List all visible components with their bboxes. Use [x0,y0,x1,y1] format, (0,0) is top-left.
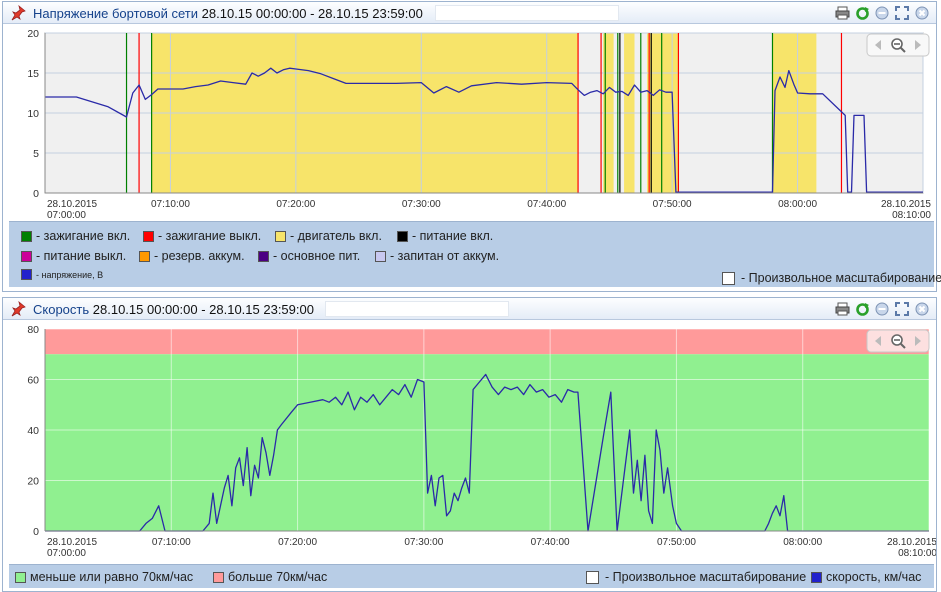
refresh-icon[interactable] [854,5,870,21]
voltage-chart[interactable]: 0510152028.10.201507:00:0007:10:00 07:20:… [3,25,936,221]
legend-item: больше 70км/час [213,570,327,584]
custom-scale-checkbox[interactable]: - Произвольное масштабирование [586,570,806,584]
x-tick-label: 07:20:00 [276,199,315,210]
legend-item: - двигатель вкл. [275,229,382,243]
voltage-panel-title: Напряжение бортовой сети 28.10.15 00:00:… [33,6,423,21]
x-tick-label: 28.10.2015 [47,199,97,210]
voltage-panel-header: Напряжение бортовой сети 28.10.15 00:00:… [3,2,936,24]
legend-item: - питание выкл. [21,249,126,263]
zoom-control[interactable] [866,33,930,57]
y-tick-label: 15 [27,68,39,80]
maximize-icon[interactable] [894,301,910,317]
x-tick-label: 07:10:00 [152,537,191,548]
title-field [325,301,509,317]
legend-item: - основное пит. [258,249,360,263]
x-tick-label: 07:20:00 [278,537,317,548]
pin-icon[interactable] [9,301,27,317]
legend-item: - зажигание вкл. [21,229,130,243]
voltage-legend: - зажигание вкл. - зажигание выкл. - дви… [9,221,941,287]
x-tick-label: 28.10.2015 [887,537,936,548]
y-tick-label: 60 [27,375,39,387]
close-icon[interactable] [914,301,930,317]
close-icon[interactable] [914,5,930,21]
speed-legend: меньше или равно 70км/час больше 70км/ча… [9,564,934,588]
y-tick-label: 0 [33,188,39,200]
print-icon[interactable] [834,5,850,21]
minimize-icon[interactable] [874,5,890,21]
voltage-panel: Напряжение бортовой сети 28.10.15 00:00:… [2,1,941,292]
x-tick-label: 07:30:00 [404,537,443,548]
x-tick-label: 08:00:00 [783,537,822,548]
x-tick-label: 28.10.2015 [881,199,931,210]
y-tick-label: 5 [33,148,39,160]
zoom-control[interactable] [866,329,930,353]
y-tick-label: 20 [27,28,39,40]
x-tick-label: 07:00:00 [47,210,86,221]
legend-item: - напряжение, В [21,269,103,280]
y-tick-label: 20 [27,476,39,488]
x-tick-label: 07:40:00 [531,537,570,548]
y-tick-label: 10 [27,108,39,120]
speed-panel-title: Скорость 28.10.15 00:00:00 - 28.10.15 23… [33,302,314,317]
x-tick-label: 07:50:00 [653,199,692,210]
maximize-icon[interactable] [894,5,910,21]
x-tick-label: 28.10.2015 [47,537,97,548]
above-limit-zone [45,329,929,355]
y-tick-label: 0 [33,526,39,538]
minimize-icon[interactable] [874,301,890,317]
below-limit-zone [45,354,929,531]
speed-panel-header: Скорость 28.10.15 00:00:00 - 28.10.15 23… [3,298,936,320]
x-tick-label: 08:10:00 [892,210,931,221]
x-tick-label: 07:30:00 [402,199,441,210]
x-tick-label: 07:10:00 [151,199,190,210]
legend-item: - резерв. аккум. [139,249,245,263]
speed-chart[interactable]: 02040608028.10.201507:00:0007:10:00 07:20… [3,321,936,563]
legend-item: - запитан от аккум. [375,249,499,263]
refresh-icon[interactable] [854,301,870,317]
print-icon[interactable] [834,301,850,317]
custom-scale-checkbox[interactable]: - Произвольное масштабирование [722,271,941,285]
x-tick-label: 08:00:00 [778,199,817,210]
legend-item: меньше или равно 70км/час [15,570,193,584]
x-tick-label: 07:00:00 [47,548,86,559]
x-tick-label: 08:10:00 [898,548,936,559]
y-tick-label: 40 [27,425,39,437]
x-tick-label: 07:50:00 [657,537,696,548]
speed-panel: Скорость 28.10.15 00:00:00 - 28.10.15 23… [2,297,937,592]
y-tick-label: 80 [27,324,39,336]
legend-item: - зажигание выкл. [143,229,261,243]
legend-item: - питание вкл. [397,229,493,243]
pin-icon[interactable] [9,5,27,21]
legend-item: скорость, км/час [811,570,921,584]
x-tick-label: 07:40:00 [527,199,566,210]
title-field [435,5,619,21]
